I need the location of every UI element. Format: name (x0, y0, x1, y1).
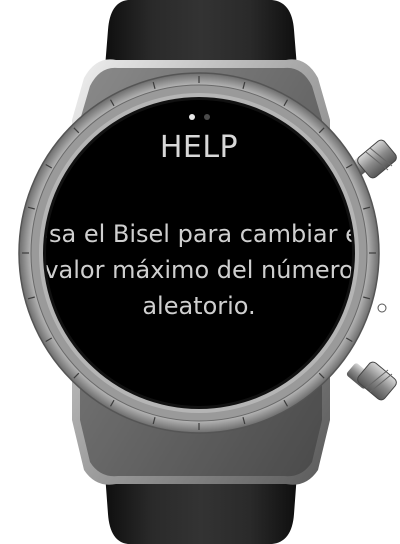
page-dot-active (188, 114, 195, 120)
help-title: HELP (159, 130, 239, 165)
watch-emulator: HELP Usa el Bisel para cambiar el valor … (0, 0, 400, 544)
page-indicator (46, 114, 352, 120)
crown-bottom-button[interactable] (346, 360, 399, 402)
help-message: Usa el Bisel para cambiar el valor máxim… (46, 220, 352, 320)
bezel-marker (377, 303, 387, 313)
page-dot-inactive (203, 114, 210, 120)
watch-screen[interactable]: HELP Usa el Bisel para cambiar el valor … (46, 100, 352, 406)
